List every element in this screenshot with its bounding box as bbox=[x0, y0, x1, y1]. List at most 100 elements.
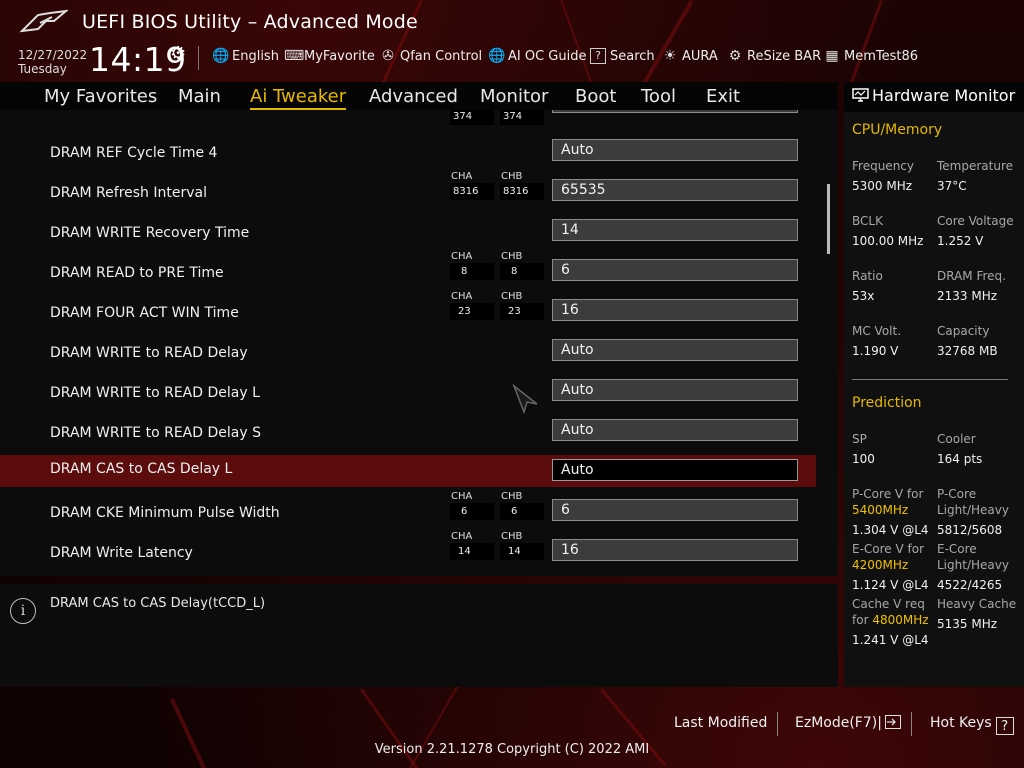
setting-value-field[interactable]: Auto bbox=[552, 459, 798, 481]
bclk-value: 100.00 MHz bbox=[852, 234, 924, 248]
date-display: 12/27/2022 Tuesday bbox=[18, 48, 87, 76]
myfavorite-button[interactable]: ⌨ MyFavorite bbox=[284, 48, 375, 64]
mouse-cursor-icon bbox=[512, 384, 538, 414]
setting-row-dram-cas-to-cas-delay-l[interactable]: DRAM CAS to CAS Delay L Auto bbox=[0, 455, 816, 487]
divider bbox=[911, 712, 912, 736]
cpu-memory-title: CPU/Memory bbox=[852, 122, 943, 138]
setting-value-field[interactable]: Auto bbox=[552, 379, 798, 401]
tab-main[interactable]: Main bbox=[178, 86, 221, 107]
tab-my-favorites[interactable]: My Favorites bbox=[44, 86, 157, 107]
chb-value: 14 bbox=[500, 543, 544, 560]
ecore-lh-sublabel: Light/Heavy bbox=[937, 558, 1009, 572]
memtest86-label: MemTest86 bbox=[844, 48, 919, 64]
search-button[interactable]: ? Search bbox=[590, 48, 655, 64]
divider bbox=[852, 379, 1008, 380]
date-text: 12/27/2022 bbox=[18, 48, 88, 62]
tab-tool[interactable]: Tool bbox=[641, 86, 676, 107]
cha-value: 8 bbox=[450, 263, 494, 280]
setting-label: DRAM REF Cycle Time 4 bbox=[50, 145, 218, 161]
setting-value-field[interactable] bbox=[552, 110, 798, 113]
pcore-lh-sublabel: Light/Heavy bbox=[937, 503, 1009, 517]
tab-boot[interactable]: Boot bbox=[575, 86, 616, 107]
aura-button[interactable]: ☀ AURA bbox=[662, 48, 718, 64]
dram-freq-label: DRAM Freq. bbox=[937, 269, 1006, 283]
setting-row-dram-write-latency[interactable]: DRAM Write Latency CHA CHB 14 14 16 bbox=[0, 531, 816, 571]
help-panel: i DRAM CAS to CAS Delay(tCCD_L) bbox=[0, 584, 838, 687]
setting-row-dram-read-to-pre-time[interactable]: DRAM READ to PRE Time CHA CHB 8 8 6 bbox=[0, 251, 816, 291]
search-label: Search bbox=[610, 48, 655, 64]
setting-row-dram-write-recovery-time[interactable]: DRAM WRITE Recovery Time 14 bbox=[0, 219, 816, 251]
setting-value-field[interactable]: 6 bbox=[552, 259, 798, 281]
setting-label: DRAM READ to PRE Time bbox=[50, 265, 224, 281]
setting-value-field[interactable]: 16 bbox=[552, 539, 798, 561]
gear-icon[interactable]: ⚙ bbox=[170, 43, 186, 64]
settings-row-partial[interactable]: 374 374 bbox=[0, 110, 816, 125]
setting-value-field[interactable]: 6 bbox=[552, 499, 798, 521]
core-voltage-value: 1.252 V bbox=[937, 234, 984, 248]
rog-logo-icon bbox=[20, 9, 68, 33]
bclk-label: BCLK bbox=[852, 214, 883, 228]
setting-value-field[interactable]: 16 bbox=[552, 299, 798, 321]
setting-row-dram-write-to-read-delay[interactable]: DRAM WRITE to READ Delay Auto bbox=[0, 339, 816, 371]
cache-v-label: Cache V req bbox=[852, 597, 925, 611]
title-bar: UEFI BIOS Utility – Advanced Mode bbox=[0, 0, 1024, 44]
tab-exit[interactable]: Exit bbox=[706, 86, 740, 107]
language-button[interactable]: 🌐 English bbox=[212, 48, 279, 64]
setting-label: DRAM Refresh Interval bbox=[50, 185, 207, 201]
setting-row-dram-write-to-read-delay-s[interactable]: DRAM WRITE to READ Delay S Auto bbox=[0, 419, 816, 451]
globe-icon: 🌐 bbox=[212, 48, 230, 64]
sp-label: SP bbox=[852, 432, 867, 446]
setting-label: DRAM CAS to CAS Delay L bbox=[50, 461, 233, 477]
day-text: Tuesday bbox=[18, 62, 67, 76]
setting-row-dram-refresh-interval[interactable]: DRAM Refresh Interval CHA CHB 8316 8316 … bbox=[0, 171, 816, 211]
hot-keys-button[interactable]: Hot Keys? bbox=[930, 715, 1014, 735]
setting-value-field[interactable]: Auto bbox=[552, 419, 798, 441]
cache-v-freq: 4800MHz bbox=[872, 613, 929, 627]
cha-value: 6 bbox=[450, 503, 494, 520]
ecore-v-label: E-Core V for bbox=[852, 542, 925, 556]
setting-row-dram-ref-cycle-time-4[interactable]: DRAM REF Cycle Time 4 Auto bbox=[0, 139, 816, 171]
resize-bar-button[interactable]: ⚙ ReSize BAR bbox=[727, 48, 821, 64]
info-bar: 12/27/2022 Tuesday 14:19 ⚙ 🌐 English ⌨ M… bbox=[0, 40, 1024, 80]
capacity-label: Capacity bbox=[937, 324, 990, 338]
ecore-lh-value: 4522/4265 bbox=[937, 578, 1003, 592]
last-modified-button[interactable]: Last Modified bbox=[674, 715, 767, 731]
setting-value-field[interactable]: 14 bbox=[552, 219, 798, 241]
app-title: UEFI BIOS Utility – Advanced Mode bbox=[82, 11, 418, 33]
cache-v-value: 1.241 V @L4 bbox=[852, 633, 929, 647]
tab-monitor[interactable]: Monitor bbox=[480, 86, 548, 107]
pcore-lh-label: P-Core bbox=[937, 487, 977, 501]
core-voltage-label: Core Voltage bbox=[937, 214, 1014, 228]
tab-ai-tweaker[interactable]: Ai Tweaker bbox=[250, 86, 347, 110]
setting-row-dram-write-to-read-delay-l[interactable]: DRAM WRITE to READ Delay L Auto bbox=[0, 379, 816, 411]
cha-value: 8316 bbox=[450, 183, 494, 200]
cooler-value: 164 pts bbox=[937, 452, 983, 466]
language-label: English bbox=[232, 48, 279, 64]
setting-label: DRAM WRITE to READ Delay bbox=[50, 345, 248, 361]
setting-value-field[interactable]: Auto bbox=[552, 339, 798, 361]
setting-value-field[interactable]: Auto bbox=[552, 139, 798, 161]
qfan-control-button[interactable]: ✇ Qfan Control bbox=[380, 48, 482, 64]
prediction-title: Prediction bbox=[852, 395, 922, 411]
footer-bar: Last Modified EzMode(F7)| Hot Keys? Vers… bbox=[0, 700, 1024, 768]
exit-arrow-icon bbox=[884, 715, 901, 729]
setting-label: DRAM Write Latency bbox=[50, 545, 193, 561]
ai-oc-guide-button[interactable]: 🌐 AI OC Guide bbox=[488, 48, 586, 64]
resize-bar-label: ReSize BAR bbox=[747, 48, 822, 64]
chb-value: 8316 bbox=[500, 183, 544, 200]
cha-value: 23 bbox=[450, 303, 494, 320]
setting-value-field[interactable]: 65535 bbox=[552, 179, 798, 201]
setting-row-dram-four-act-win-time[interactable]: DRAM FOUR ACT WIN Time CHA CHB 23 23 16 bbox=[0, 291, 816, 331]
chb-label: CHB bbox=[501, 531, 523, 542]
settings-scrollbar[interactable] bbox=[827, 184, 830, 254]
chb-label: CHB bbox=[501, 291, 523, 302]
ezmode-button[interactable]: EzMode(F7)| bbox=[795, 715, 901, 731]
myfavorite-label: MyFavorite bbox=[304, 48, 375, 64]
tab-advanced[interactable]: Advanced bbox=[369, 86, 458, 107]
memtest86-button[interactable]: ▦ MemTest86 bbox=[824, 48, 918, 64]
chb-label: CHB bbox=[501, 171, 523, 182]
frequency-value: 5300 MHz bbox=[852, 179, 913, 193]
globe-icon: 🌐 bbox=[488, 48, 506, 64]
setting-row-dram-cke-minimum-pulse-width[interactable]: DRAM CKE Minimum Pulse Width CHA CHB 6 6… bbox=[0, 491, 816, 531]
cache-v-sublabel: for 4800MHz bbox=[852, 613, 929, 627]
